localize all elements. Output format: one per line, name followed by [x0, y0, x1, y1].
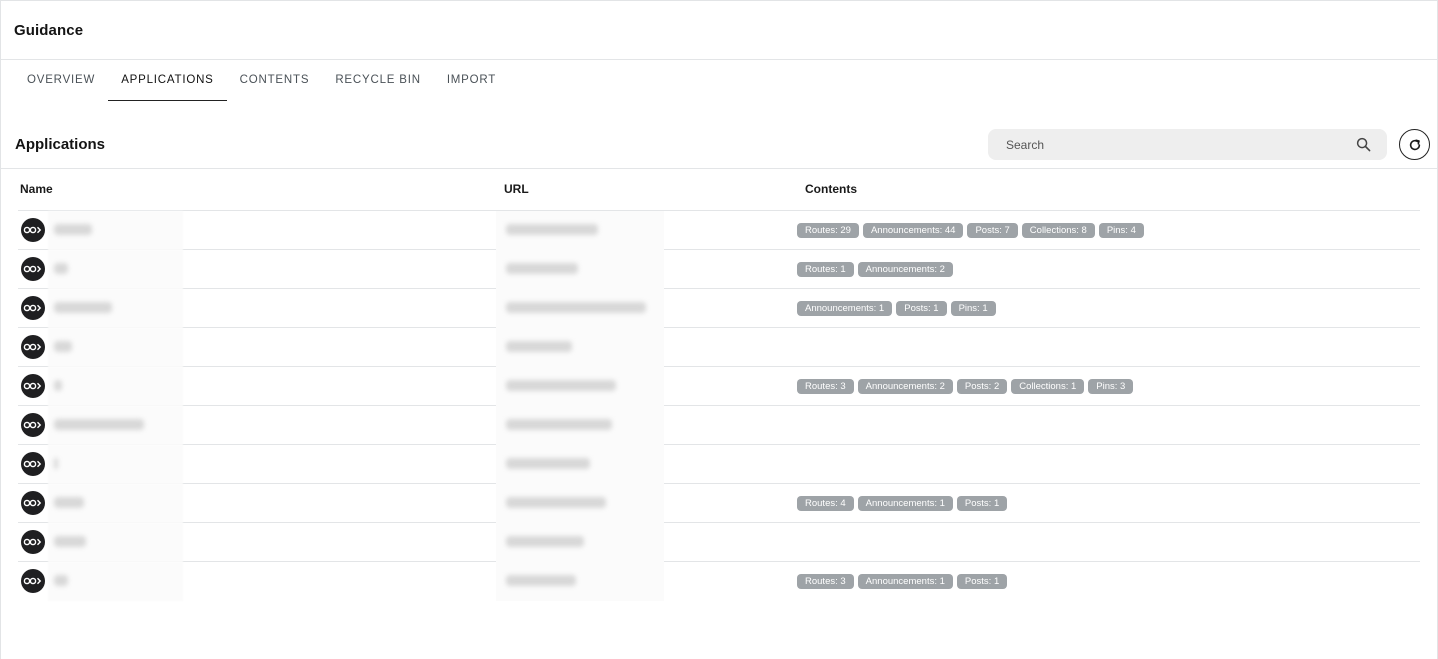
- table-row[interactable]: Routes: 3 Announcements: 2 Posts: 2 Collect…: [18, 367, 1420, 406]
- content-count-chip: Posts: 2: [956, 379, 1008, 394]
- app-name-redacted[interactable]: [48, 523, 183, 562]
- content-count-chip: Announcements: 44: [862, 223, 964, 238]
- app-logo-icon: [21, 218, 45, 242]
- tab-import[interactable]: IMPORT: [434, 60, 509, 101]
- app-url-redacted[interactable]: [496, 367, 664, 406]
- page: Guidance OVERVIEW APPLICATIONS CONTENTS …: [0, 0, 1438, 659]
- app-name-redacted[interactable]: [48, 367, 183, 406]
- app-name-redacted[interactable]: [48, 562, 183, 601]
- app-logo-icon: [21, 296, 45, 320]
- content-count-chip: Posts: 1: [956, 496, 1008, 511]
- table-row[interactable]: [18, 445, 1420, 484]
- column-header-url[interactable]: URL: [504, 182, 529, 196]
- content-count-chip: Announcements: 2: [857, 379, 953, 394]
- content-count-chip: Announcements: 1: [857, 496, 953, 511]
- section-header: Applications: [1, 129, 1437, 169]
- app-url-redacted[interactable]: [496, 562, 664, 601]
- content-count-chip: Pins: 4: [1098, 223, 1144, 238]
- section-title: Applications: [15, 136, 106, 153]
- column-header-contents[interactable]: Contents: [805, 182, 857, 196]
- column-header-name[interactable]: Name: [20, 182, 53, 196]
- content-count-chip: Pins: 3: [1088, 379, 1134, 394]
- app-name-redacted[interactable]: [48, 445, 183, 484]
- table-row[interactable]: Routes: 1 Announcements: 2: [18, 250, 1420, 289]
- refresh-button[interactable]: [1399, 129, 1430, 160]
- app-url-redacted[interactable]: [496, 211, 664, 250]
- app-url-redacted[interactable]: [496, 328, 664, 367]
- app-name-redacted[interactable]: [48, 328, 183, 367]
- content-count-chip: Pins: 1: [950, 301, 996, 316]
- table-row[interactable]: Announcements: 1 Posts: 1 Pins: 1: [18, 289, 1420, 328]
- content-count-chip: Routes: 29: [797, 223, 859, 238]
- app-logo-icon: [21, 374, 45, 398]
- table-row[interactable]: [18, 406, 1420, 445]
- search-input[interactable]: [1006, 137, 1336, 152]
- app-name-redacted[interactable]: [48, 289, 183, 328]
- table-body: Routes: 29 Announcements: 44 Posts: 7 Colle…: [1, 211, 1437, 601]
- app-url-redacted[interactable]: [496, 406, 664, 445]
- tab-applications[interactable]: APPLICATIONS: [108, 60, 227, 101]
- content-count-chip: Posts: 7: [967, 223, 1018, 238]
- content-count-chip: Routes: 1: [797, 262, 854, 277]
- tab-recycle-bin[interactable]: RECYCLE BIN: [322, 60, 434, 101]
- content-count-chip: Collections: 8: [1021, 223, 1095, 238]
- tab-bar: OVERVIEW APPLICATIONS CONTENTS RECYCLE B…: [1, 60, 1437, 101]
- table-row[interactable]: [18, 523, 1420, 562]
- app-logo-icon: [21, 257, 45, 281]
- contents-chips: Routes: 29 Announcements: 44 Posts: 7 Colle…: [797, 223, 1144, 238]
- contents-chips: Announcements: 1 Posts: 1 Pins: 1: [797, 301, 996, 316]
- app-url-redacted[interactable]: [496, 289, 664, 328]
- content-count-chip: Announcements: 1: [797, 301, 893, 316]
- contents-chips: Routes: 3 Announcements: 2 Posts: 2 Collect…: [797, 379, 1134, 394]
- app-logo-icon: [21, 413, 45, 437]
- content-count-chip: Posts: 1: [956, 574, 1008, 589]
- top-bar: Guidance: [1, 1, 1437, 60]
- app-name-redacted[interactable]: [48, 484, 183, 523]
- contents-chips: Routes: 4 Announcements: 1 Posts: 1: [797, 496, 1008, 511]
- app-url-redacted[interactable]: [496, 484, 664, 523]
- content-count-chip: Routes: 3: [797, 574, 854, 589]
- search-box: [988, 129, 1387, 160]
- content-count-chip: Routes: 3: [797, 379, 854, 394]
- app-logo-icon: [21, 491, 45, 515]
- app-url-redacted[interactable]: [496, 445, 664, 484]
- app-logo-icon: [21, 335, 45, 359]
- search-icon[interactable]: [1356, 137, 1371, 152]
- table-header: Name URL Contents: [18, 169, 1420, 211]
- app-logo-icon: [21, 452, 45, 476]
- page-title: Guidance: [14, 21, 84, 39]
- app-name-redacted[interactable]: [48, 406, 183, 445]
- table-row[interactable]: Routes: 4 Announcements: 1 Posts: 1: [18, 484, 1420, 523]
- app-url-redacted[interactable]: [496, 250, 664, 289]
- content-count-chip: Collections: 1: [1011, 379, 1085, 394]
- app-name-redacted[interactable]: [48, 211, 183, 250]
- refresh-icon: [1409, 138, 1420, 150]
- table-row[interactable]: Routes: 3 Announcements: 1 Posts: 1: [18, 562, 1420, 601]
- content-count-chip: Routes: 4: [797, 496, 854, 511]
- contents-chips: Routes: 1 Announcements: 2: [797, 262, 953, 277]
- content-count-chip: Posts: 1: [896, 301, 947, 316]
- applications-table: Name URL Contents Routes: 29 Announcement…: [1, 169, 1437, 601]
- app-name-redacted[interactable]: [48, 250, 183, 289]
- tab-overview[interactable]: OVERVIEW: [14, 60, 108, 101]
- table-row[interactable]: Routes: 29 Announcements: 44 Posts: 7 Colle…: [18, 211, 1420, 250]
- app-logo-icon: [21, 569, 45, 593]
- app-logo-icon: [21, 530, 45, 554]
- contents-chips: Routes: 3 Announcements: 1 Posts: 1: [797, 574, 1008, 589]
- content-count-chip: Announcements: 1: [857, 574, 953, 589]
- app-url-redacted[interactable]: [496, 523, 664, 562]
- table-row[interactable]: [18, 328, 1420, 367]
- content-count-chip: Announcements: 2: [857, 262, 953, 277]
- tab-contents[interactable]: CONTENTS: [227, 60, 323, 101]
